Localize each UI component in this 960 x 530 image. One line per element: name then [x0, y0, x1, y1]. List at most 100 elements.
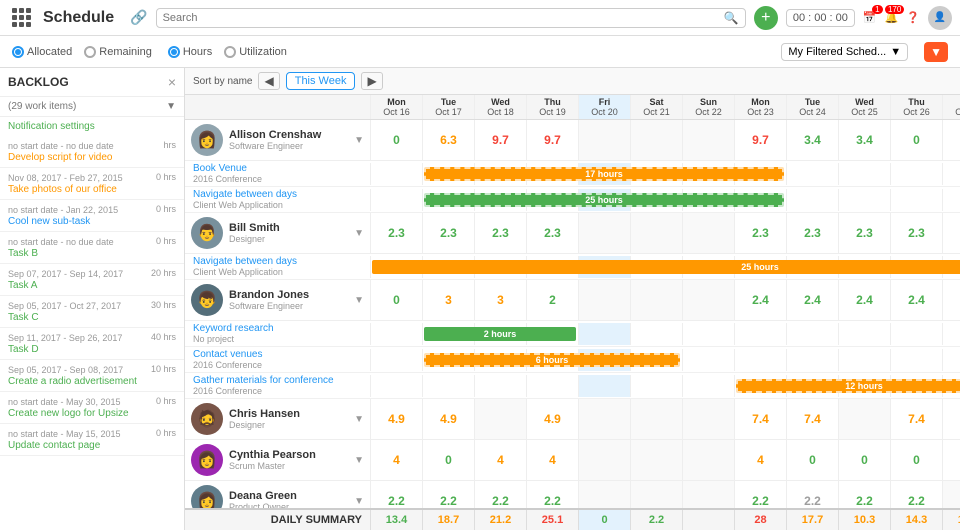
person-toggle-allison[interactable]: ▼ — [354, 135, 364, 146]
person-hours-cell: 2.4 — [734, 280, 786, 320]
chevron-down-icon: ▼ — [890, 46, 901, 58]
task-empty-cell — [942, 349, 960, 371]
person-hours-cell — [578, 399, 630, 439]
task-empty-cell — [370, 349, 422, 371]
next-week-button[interactable]: ▶ — [361, 72, 382, 90]
main-layout: BACKLOG × (29 work items) ▼ Notification… — [0, 68, 960, 530]
sidebar-task-link[interactable]: Task B — [8, 248, 176, 259]
task-empty-cell — [838, 349, 890, 371]
task-cells-wrapper: 6 hours — [370, 349, 960, 371]
person-hours-cell: 9.7 — [474, 120, 526, 160]
sidebar-item-date: Sep 05, 2017 - Sep 08, 2017 10 hrs — [8, 364, 176, 376]
person-hours-cell: 2.3 — [370, 213, 422, 253]
search-icon: 🔍 — [724, 11, 739, 25]
task-bar: 6 hours — [424, 353, 680, 367]
person-hours-cell: 7.4 — [734, 399, 786, 439]
task-project: 2016 Conference — [193, 174, 362, 184]
task-name[interactable]: Navigate between days — [193, 256, 362, 267]
radio-dot-hours — [168, 46, 180, 58]
prev-week-button[interactable]: ◀ — [258, 72, 279, 90]
radio-allocated[interactable]: Allocated — [12, 46, 72, 58]
sidebar-task-link[interactable]: Update contact page — [8, 440, 176, 451]
user-avatar[interactable]: 👤 — [928, 6, 952, 30]
schedule-header-row: MonOct 16TueOct 17WedOct 18ThuOct 19FriO… — [185, 95, 960, 120]
app-grid-icon[interactable] — [8, 4, 35, 31]
radio-hours[interactable]: Hours — [168, 46, 212, 58]
sidebar-task-link[interactable]: Task D — [8, 344, 176, 355]
person-info-allison[interactable]: 👩 Allison Crenshaw Software Engineer ▼ — [185, 120, 370, 160]
sidebar-item: no start date - May 15, 2015 0 hrs Updat… — [0, 424, 184, 456]
person-hours-cell: 9.7 — [734, 120, 786, 160]
task-empty-cell — [370, 189, 422, 211]
this-week-button[interactable]: This Week — [286, 72, 356, 90]
person-hours-cell: 2.3 — [890, 213, 942, 253]
person-hours-cell: 0 — [422, 440, 474, 480]
nav-icons: 📅 1 🔔 170 ❓ 👤 — [863, 6, 952, 30]
person-hours-cell: 4.9 — [370, 399, 422, 439]
sidebar-task-link[interactable]: Cool new sub-task — [8, 216, 176, 227]
sidebar-task-link[interactable]: Task A — [8, 280, 176, 291]
sidebar-items: no start date - no due date hrs Develop … — [0, 136, 184, 456]
filter-icon-button[interactable]: ▼ — [924, 42, 948, 62]
sidebar-task-link[interactable]: Task C — [8, 312, 176, 323]
radio-remaining[interactable]: Remaining — [84, 46, 152, 58]
notification-settings-link[interactable]: Notification settings — [0, 117, 184, 136]
day-header-Oct-16: MonOct 16 — [370, 95, 422, 119]
task-name[interactable]: Keyword research — [193, 323, 362, 334]
task-empty-cell — [578, 375, 630, 397]
filter-dropdown[interactable]: My Filtered Sched... ▼ — [781, 43, 908, 61]
task-info: Contact venues 2016 Conference — [185, 347, 370, 372]
bell-icon-btn[interactable]: 🔔 170 — [885, 11, 899, 24]
person-hours-cell: 0 — [370, 120, 422, 160]
task-project: 2016 Conference — [193, 386, 362, 396]
person-hours-cell: 0 — [942, 120, 960, 160]
question-icon-btn[interactable]: ❓ — [906, 11, 920, 24]
person-avatar-chris: 🧔 — [191, 403, 223, 435]
summary-cell: 14.3 — [890, 510, 942, 530]
person-toggle-cynthia[interactable]: ▼ — [354, 455, 364, 466]
task-name[interactable]: Contact venues — [193, 349, 362, 360]
sidebar-task-link[interactable]: Develop script for video — [8, 152, 176, 163]
person-hours-cell — [682, 440, 734, 480]
task-project: No project — [193, 334, 362, 344]
summary-cell — [682, 510, 734, 530]
sidebar-close-button[interactable]: × — [168, 74, 176, 90]
grid-area: Sort by name ◀ This Week ▶ MonOct 16TueO… — [185, 68, 960, 530]
person-toggle-bill[interactable]: ▼ — [354, 228, 364, 239]
task-row: Book Venue 2016 Conference 17 hours — [185, 161, 960, 187]
sidebar-task-link[interactable]: Create a radio advertisement — [8, 376, 176, 387]
link-icon: 🔗 — [130, 9, 147, 26]
sidebar-task-link[interactable]: Take photos of our office — [8, 184, 176, 195]
task-name[interactable]: Navigate between days — [193, 189, 362, 200]
search-input[interactable] — [163, 12, 720, 24]
task-empty-cell — [370, 323, 422, 345]
add-button[interactable]: + — [754, 6, 778, 30]
person-hours-cell: 4 — [526, 440, 578, 480]
day-header-Oct-19: ThuOct 19 — [526, 95, 578, 119]
person-info-brandon[interactable]: 👦 Brandon Jones Software Engineer ▼ — [185, 280, 370, 320]
radio-utilization[interactable]: Utilization — [224, 46, 287, 58]
person-toggle-brandon[interactable]: ▼ — [354, 295, 364, 306]
person-hours-cell — [682, 280, 734, 320]
sidebar: BACKLOG × (29 work items) ▼ Notification… — [0, 68, 185, 530]
task-name[interactable]: Gather materials for conference — [193, 375, 362, 386]
person-info-cynthia[interactable]: 👩 Cynthia Pearson Scrum Master ▼ — [185, 440, 370, 480]
person-toggle-chris[interactable]: ▼ — [354, 414, 364, 425]
task-empty-cell — [630, 375, 682, 397]
task-bar: 25 hours — [372, 260, 960, 274]
person-toggle-deana[interactable]: ▼ — [354, 496, 364, 507]
sidebar-task-link[interactable]: Create new logo for Upsize — [8, 408, 176, 419]
task-cells-wrapper: 25 hours — [370, 189, 960, 211]
task-empty-cell — [942, 323, 960, 345]
calendar-icon-btn[interactable]: 📅 1 — [863, 11, 877, 24]
person-info-bill[interactable]: 👨 Bill Smith Designer ▼ — [185, 213, 370, 253]
task-empty-cell — [890, 323, 942, 345]
task-empty-cell — [422, 375, 474, 397]
sidebar-item: Nov 08, 2017 - Feb 27, 2015 0 hrs Take p… — [0, 168, 184, 200]
person-hours-cell — [838, 399, 890, 439]
filter-icon[interactable]: ▼ — [166, 101, 176, 112]
person-info-chris[interactable]: 🧔 Chris Hansen Designer ▼ — [185, 399, 370, 439]
task-name[interactable]: Book Venue — [193, 163, 362, 174]
sort-label[interactable]: Sort by name — [193, 76, 252, 87]
summary-cell: 17.7 — [786, 510, 838, 530]
